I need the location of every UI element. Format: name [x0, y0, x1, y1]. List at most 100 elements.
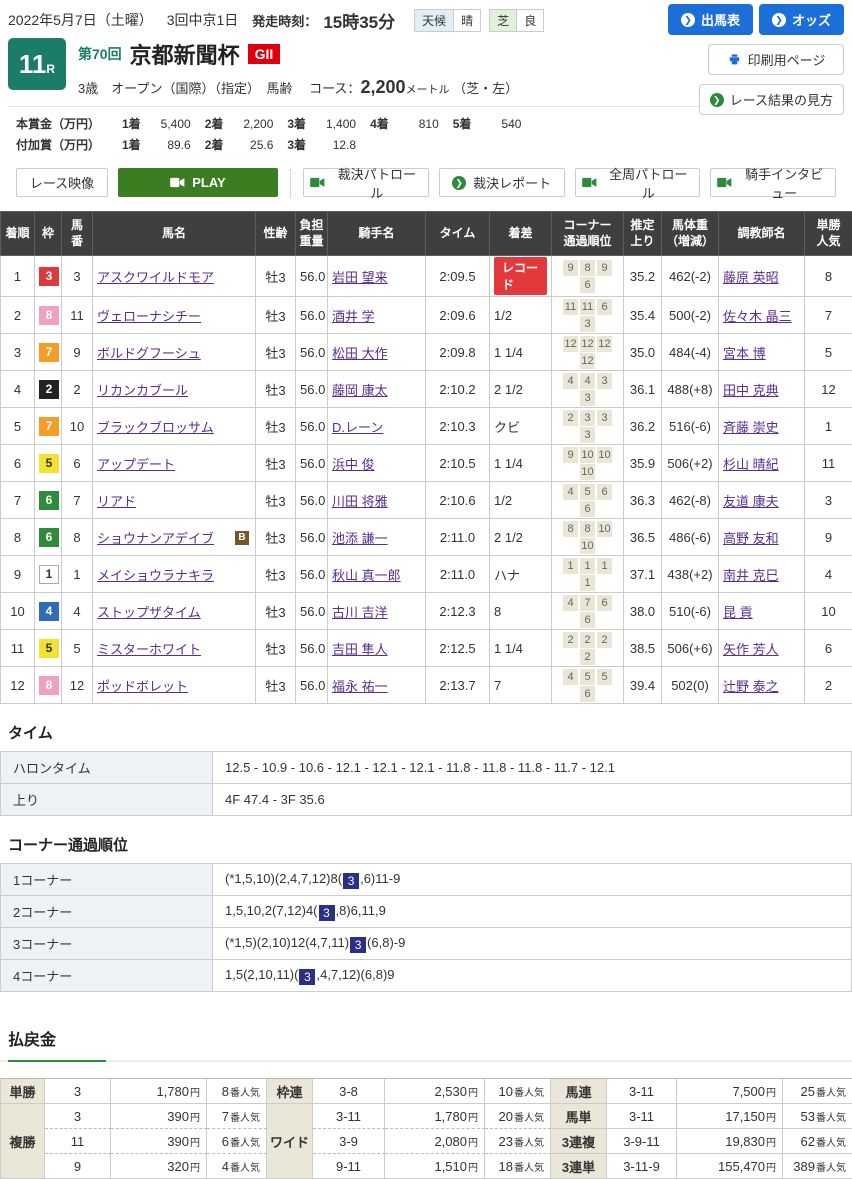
body-weight: 500(-2) — [662, 297, 719, 334]
waku-badge: 2 — [39, 380, 59, 399]
jockey-link[interactable]: 松田 大作 — [332, 346, 388, 361]
entries-button[interactable]: ❯ 出馬表 — [668, 4, 753, 35]
prize-amount: 1,400 — [306, 114, 356, 135]
trainer-link[interactable]: 田中 克典 — [723, 383, 779, 398]
horse-link[interactable]: ポッドボレット — [97, 679, 188, 694]
horse-name-cell: メイショウラナキラ — [93, 556, 256, 593]
corner-positions-cell: 111163 — [552, 297, 624, 334]
prize-amount: 5,400 — [141, 114, 191, 135]
payout-section-header: 払戻金 — [0, 1026, 852, 1062]
popularity-suffix: 番人気 — [514, 1113, 544, 1124]
horse-link[interactable]: ショウナンアデイブ — [97, 531, 214, 546]
stewards-report-button[interactable]: ❯ 裁決レポート — [439, 168, 565, 197]
finish-position: 11 — [1, 630, 35, 667]
jockey-link[interactable]: 川田 将雅 — [332, 494, 388, 509]
waku-cell: 7 — [35, 334, 62, 371]
popularity-suffix: 番人気 — [230, 1163, 260, 1174]
horse-link[interactable]: メイショウラナキラ — [97, 568, 214, 583]
trainer-link[interactable]: 宮本 博 — [723, 346, 766, 361]
stewards-patrol-button[interactable]: 裁決パトロール — [303, 168, 429, 197]
result-row: 379ボルドグフーシュ牡356.0松田 大作2:09.81 1/41212121… — [1, 334, 852, 371]
result-row: 767リアド牡356.0川田 将雅2:10.61/2456636.3462(-8… — [1, 482, 852, 519]
horse-name-cell: ミスターホワイト — [93, 630, 256, 667]
horse-name-cell: リアド — [93, 482, 256, 519]
trainer-link[interactable]: 斉藤 崇史 — [723, 420, 779, 435]
jockey-link[interactable]: 池添 謙一 — [332, 531, 388, 546]
horse-number: 6 — [62, 445, 93, 482]
jockey-link[interactable]: 酒井 学 — [332, 309, 375, 324]
popularity-suffix: 番人気 — [514, 1138, 544, 1149]
jockey-link[interactable]: 秋山 真一郎 — [332, 568, 401, 583]
sex-age: 牡3 — [256, 667, 296, 704]
trainer-link[interactable]: 昆 貢 — [723, 605, 753, 620]
guide-button[interactable]: ❯ レース結果の見方 — [699, 84, 844, 115]
trainer-cell: 藤原 英昭 — [719, 256, 805, 297]
corner-position: 10 — [580, 464, 595, 480]
horse-link[interactable]: ボルドグフーシュ — [97, 346, 201, 361]
trainer-link[interactable]: 高野 友和 — [723, 531, 779, 546]
printer-icon — [727, 54, 742, 65]
body-weight: 510(-6) — [662, 593, 719, 630]
horse-link[interactable]: アスクワイルドモア — [97, 270, 214, 285]
play-button[interactable]: PLAY — [118, 168, 278, 197]
odds-button[interactable]: ❯ オッズ — [759, 4, 844, 35]
corner-positions-cell: 2333 — [552, 408, 624, 445]
margin-cell: 1 1/4 — [490, 334, 552, 371]
jockey-interview-button[interactable]: 騎手インタビュー — [710, 168, 836, 197]
prize-place-label: 2着 — [205, 138, 224, 152]
jockey-link[interactable]: 浜中 俊 — [332, 457, 375, 472]
finish-time: 2:10.3 — [426, 408, 490, 445]
corner-position: 12 — [580, 353, 595, 369]
horse-name-cell: ボルドグフーシュ — [93, 334, 256, 371]
trainer-link[interactable]: 辻野 泰之 — [723, 679, 779, 694]
bet-combination: 3-11 — [313, 1104, 385, 1129]
horse-link[interactable]: アップデート — [97, 457, 175, 472]
margin-cell: 1/2 — [490, 482, 552, 519]
jockey-link[interactable]: 福永 祐一 — [332, 679, 388, 694]
jockey-link[interactable]: D.レーン — [332, 420, 383, 435]
bet-type-label: 馬単 — [551, 1104, 607, 1129]
full-patrol-button[interactable]: 全周パトロール — [575, 168, 701, 197]
corner-position: 1 — [563, 558, 578, 574]
horse-link[interactable]: ミスターホワイト — [97, 642, 201, 657]
top-bar: ❯ 出馬表 ❯ オッズ 印刷用ページ ❯ レース結果の見方 2022年5月7日（… — [0, 0, 852, 207]
trainer-link[interactable]: 矢作 芳人 — [723, 642, 779, 657]
waku-badge: 7 — [39, 343, 59, 362]
course-distance-unit: メートル — [405, 84, 449, 96]
prize-place-label: 1着 — [122, 138, 141, 152]
prize-amount: 810 — [389, 114, 439, 135]
win-favorite-rank: 9 — [805, 519, 852, 556]
horse-link[interactable]: ブラックブロッサム — [97, 420, 214, 435]
horse-link[interactable]: リカンカブール — [97, 383, 188, 398]
stewards-report-label: 裁決レポート — [473, 173, 551, 192]
corner-position: 6 — [597, 595, 612, 611]
payout-row: 11390円6番人気3-92,080円23番人気3連複3-9-1119,830円… — [1, 1129, 852, 1154]
win-favorite-rank: 1 — [805, 408, 852, 445]
last-3f-time: 36.5 — [624, 519, 662, 556]
trainer-link[interactable]: 杉山 晴紀 — [723, 457, 779, 472]
yen-suffix: 円 — [766, 1113, 776, 1124]
corner-position: 5 — [580, 484, 595, 500]
trainer-link[interactable]: 藤原 英昭 — [723, 270, 779, 285]
corner-row-value: (*1,5,10)(2,4,7,12)8(3,6)11-9 — [213, 864, 852, 896]
trainer-link[interactable]: 佐々木 晶三 — [723, 309, 792, 324]
finish-position: 1 — [1, 256, 35, 297]
trainer-link[interactable]: 友道 康夫 — [723, 494, 779, 509]
top-right-buttons: ❯ 出馬表 ❯ オッズ 印刷用ページ ❯ レース結果の見方 — [668, 4, 844, 115]
jockey-link[interactable]: 古川 吉洋 — [332, 605, 388, 620]
jockey-link[interactable]: 藤岡 康太 — [332, 383, 388, 398]
waku-badge: 5 — [39, 454, 59, 473]
print-button[interactable]: 印刷用ページ — [708, 44, 844, 75]
race-video-button[interactable]: レース映像 — [16, 168, 108, 197]
margin-cell: 1/2 — [490, 297, 552, 334]
horse-link[interactable]: ヴェローナシチー — [97, 309, 201, 324]
payout-amount: 1,780円 — [111, 1079, 207, 1104]
jockey-link[interactable]: 吉田 隼人 — [332, 642, 388, 657]
finish-position: 8 — [1, 519, 35, 556]
horse-link[interactable]: リアド — [97, 494, 136, 509]
trainer-link[interactable]: 南井 克巳 — [723, 568, 779, 583]
payout-popularity: 23番人気 — [485, 1129, 551, 1154]
horse-link[interactable]: ストップザタイム — [97, 605, 201, 620]
jockey-link[interactable]: 岩田 望来 — [332, 270, 388, 285]
corner-position: 4 — [563, 484, 578, 500]
